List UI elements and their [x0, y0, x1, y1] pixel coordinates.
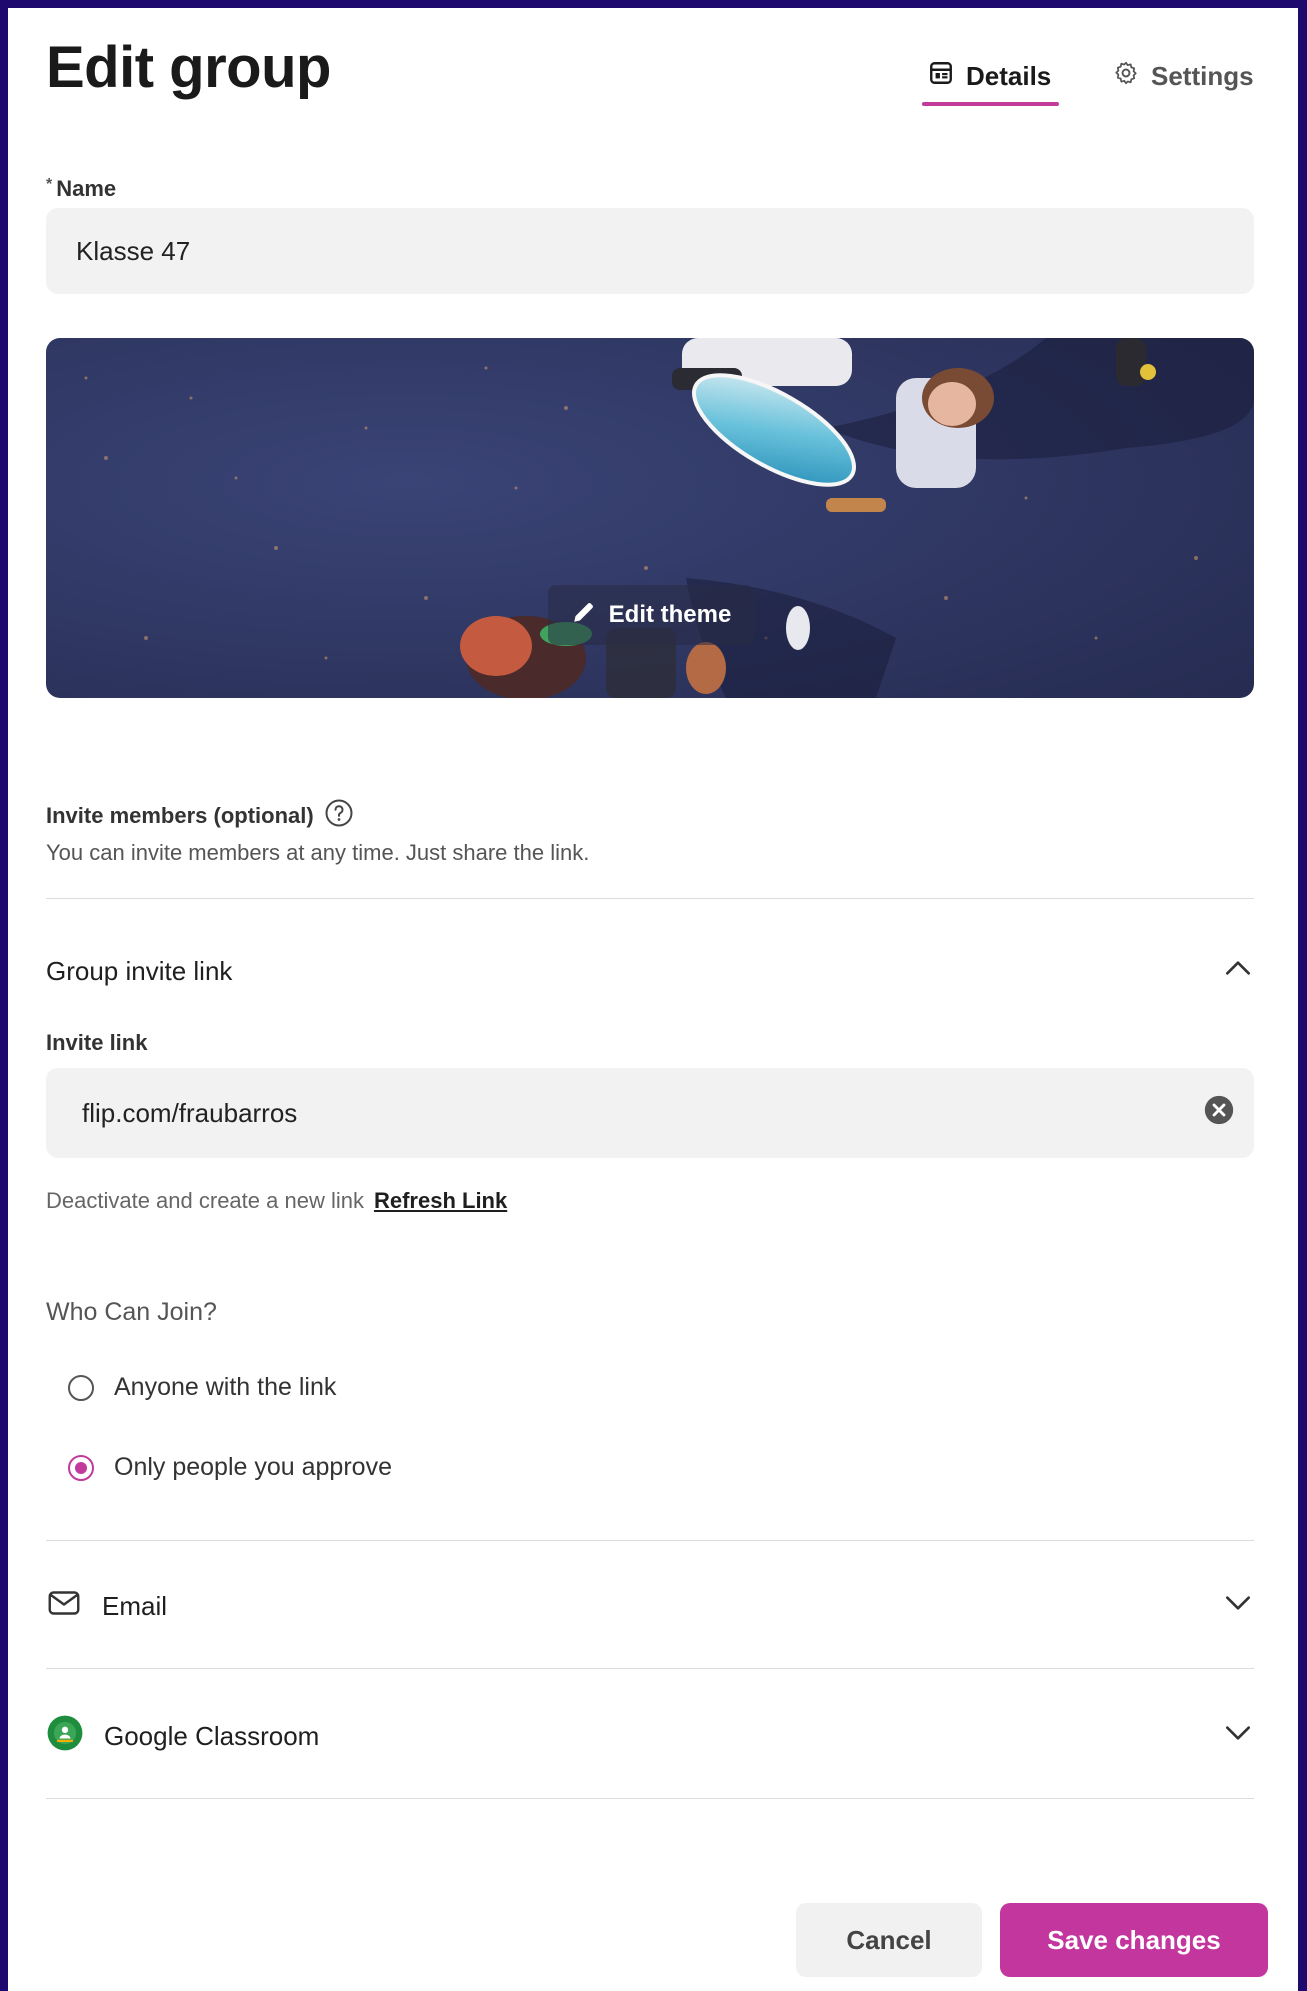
divider	[46, 1798, 1254, 1799]
radio-button-selected[interactable]	[68, 1454, 94, 1481]
required-mark: *	[46, 176, 53, 193]
radio-label: Only people you approve	[114, 1453, 392, 1481]
chevron-up-icon	[1222, 952, 1254, 991]
clear-icon[interactable]	[1202, 1093, 1236, 1134]
gear-icon	[1113, 60, 1139, 93]
email-section-header[interactable]: Email	[46, 1578, 1254, 1634]
divider	[46, 1540, 1254, 1541]
chevron-down-icon	[1222, 1587, 1254, 1626]
chevron-down-icon	[1222, 1717, 1254, 1756]
name-field-value: Klasse 47	[76, 235, 191, 266]
invite-members-title: Invite members (optional)	[46, 798, 354, 834]
who-can-join-title: Who Can Join?	[46, 1298, 217, 1326]
email-section-title: Email	[102, 1590, 168, 1621]
group-invite-link-header[interactable]: Group invite link	[46, 943, 1254, 999]
mail-icon	[46, 1585, 82, 1628]
tab-settings[interactable]: Settings	[1113, 56, 1254, 96]
invite-members-subtitle: You can invite members at any time. Just…	[46, 840, 590, 865]
name-label: * Name	[46, 176, 117, 201]
refresh-link-text: Deactivate and create a new link	[46, 1188, 364, 1213]
page-title: Edit group	[46, 35, 331, 100]
refresh-link[interactable]: Refresh Link	[374, 1188, 507, 1213]
cancel-button[interactable]: Cancel	[796, 1903, 982, 1977]
radio-anyone-with-link[interactable]: Anyone with the link	[68, 1373, 336, 1402]
invite-link-value: flip.com/fraubarros	[82, 1097, 298, 1128]
edit-theme-label: Edit theme	[608, 601, 732, 628]
radio-label: Anyone with the link	[114, 1373, 337, 1401]
details-icon	[928, 60, 954, 93]
google-classroom-section-title: Google Classroom	[104, 1720, 320, 1751]
pencil-icon	[571, 599, 597, 632]
save-changes-button[interactable]: Save changes	[1000, 1903, 1268, 1977]
edit-theme-button[interactable]: Edit theme	[548, 585, 754, 645]
tab-details[interactable]: Details	[921, 56, 1060, 106]
divider	[46, 1668, 1254, 1669]
radio-only-people-you-approve[interactable]: Only people you approve	[68, 1453, 392, 1482]
tab-details-label: Details	[966, 60, 1052, 91]
edit-group-panel: Edit group Details Settings * Name Klasse…	[8, 8, 1298, 1991]
radio-button[interactable]	[68, 1374, 94, 1401]
refresh-link-row: Deactivate and create a new link Refresh …	[46, 1188, 507, 1214]
google-classroom-icon	[46, 1714, 84, 1759]
google-classroom-section-header[interactable]: Google Classroom	[46, 1708, 1254, 1764]
divider	[46, 898, 1254, 899]
invite-link-field[interactable]: flip.com/fraubarros	[46, 1068, 1254, 1158]
invite-link-label: Invite link	[46, 1030, 148, 1055]
tab-settings-label: Settings	[1151, 60, 1254, 91]
name-field[interactable]: Klasse 47	[46, 208, 1254, 294]
help-icon[interactable]	[324, 798, 354, 834]
group-invite-link-title: Group invite link	[46, 955, 233, 986]
